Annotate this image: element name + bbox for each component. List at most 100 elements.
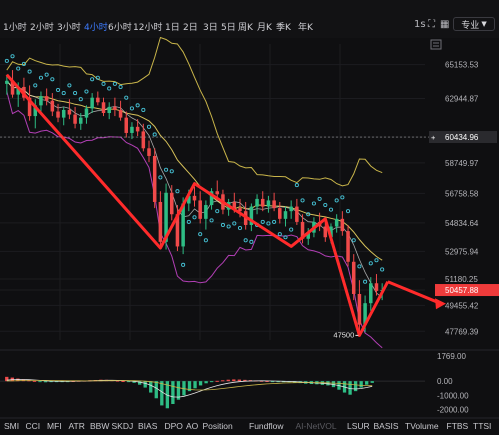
candle-body — [90, 97, 94, 109]
macd-bar — [43, 381, 48, 383]
price-axis-label: 56758.58 — [445, 189, 479, 198]
indicator-tab[interactable]: Fundflow — [249, 421, 284, 431]
macd-bar — [204, 381, 208, 384]
candle-body — [283, 211, 288, 219]
price-axis-label: 62944.87 — [445, 95, 479, 104]
candle — [152, 148, 157, 209]
macd-pane — [0, 376, 425, 409]
candle-body — [56, 111, 60, 118]
macd-bar — [5, 376, 9, 382]
macd-bar — [226, 379, 230, 382]
candle-body — [295, 206, 299, 222]
low-price-annotation: 47500 — [333, 330, 354, 339]
price-axis-label: 47769.39 — [445, 327, 479, 336]
macd-bar — [143, 381, 147, 388]
candle-body — [61, 109, 66, 118]
indicator-tab[interactable]: SKDJ — [112, 421, 134, 431]
price-axis-label: 58749.97 — [445, 159, 479, 168]
candle-body — [118, 109, 123, 118]
price-axis-label: 60434.96 — [445, 133, 479, 142]
macd-bar — [121, 381, 125, 382]
indicator-tab[interactable]: BASIS — [374, 421, 399, 431]
macd-bar — [209, 381, 214, 383]
macd-bar — [154, 381, 158, 399]
candle-body — [278, 208, 282, 219]
chart-canvas[interactable]: 47500 65153.53 62944.87 + 60434.96 58749.97 5… — [0, 0, 499, 435]
macd-bar — [353, 381, 358, 392]
candle-body — [260, 198, 265, 207]
candle-body — [67, 109, 72, 115]
indicator-tab[interactable]: CCI — [26, 421, 41, 431]
macd-bar — [365, 381, 369, 385]
indicator-tab[interactable]: DPO — [165, 421, 184, 431]
indicator-tab[interactable]: LSUR — [347, 421, 370, 431]
candle-body — [50, 100, 55, 112]
indicator-tab[interactable]: BBW — [90, 421, 109, 431]
candle-body — [198, 200, 202, 219]
candle-body — [340, 218, 345, 232]
candle-body — [96, 97, 100, 103]
macd-axis: 1769.00 0.00 -1000.00 -2000.00 — [437, 352, 469, 415]
indicator-tab[interactable]: Position — [203, 421, 234, 431]
macd-axis-label: 0.00 — [437, 377, 453, 386]
candle-body — [124, 117, 129, 133]
candle-body — [135, 126, 140, 132]
indicator-tab[interactable]: AI-NetVOL — [296, 421, 337, 431]
candle-body — [39, 96, 43, 106]
candle-body — [141, 131, 146, 149]
macd-bar — [193, 381, 197, 389]
price-axis-label: 65153.53 — [445, 61, 479, 70]
candle-body — [266, 200, 271, 207]
candle-body — [152, 155, 157, 202]
indicator-tab[interactable]: AO — [186, 421, 199, 431]
candle-body — [79, 117, 83, 124]
price-axis-label: 50457.88 — [445, 286, 479, 295]
candle-body — [73, 114, 77, 124]
candle-body — [130, 126, 134, 133]
indicator-tab[interactable]: TVolume — [405, 421, 439, 431]
macd-bar — [359, 381, 363, 388]
macd-axis-label: -2000.00 — [437, 406, 469, 415]
macd-bar — [237, 379, 241, 382]
candle-body — [84, 108, 89, 118]
candle-body — [374, 283, 379, 291]
candle-body — [101, 102, 106, 114]
candle-body — [346, 231, 350, 262]
candle-body — [204, 205, 208, 219]
macd-bar — [32, 380, 37, 382]
macd-axis-label: -1000.00 — [437, 391, 469, 400]
price-axis-label: 49455.42 — [445, 301, 479, 310]
candle-body — [147, 148, 151, 156]
candle-body — [334, 218, 339, 227]
candle-body — [192, 195, 197, 201]
candle-body — [215, 191, 220, 195]
candle — [346, 224, 350, 267]
candle-body — [113, 106, 117, 110]
indicator-tab[interactable]: ATR — [69, 421, 85, 431]
current-price-marker: + — [431, 133, 436, 142]
candle-body — [351, 261, 356, 294]
price-axis-label: 54834.64 — [445, 219, 479, 228]
macd-bar — [160, 381, 164, 406]
macd-axis-label: 1769.00 — [437, 352, 466, 361]
candle-body — [357, 293, 362, 325]
macd-bar — [232, 379, 236, 382]
candle-body — [272, 200, 276, 209]
indicator-tab[interactable]: SMI — [4, 421, 19, 431]
indicator-tab[interactable]: FTBS — [447, 421, 469, 431]
macd-bar — [370, 381, 374, 383]
macd-bar — [149, 381, 153, 393]
candle-body — [289, 206, 293, 212]
candle-body — [255, 198, 259, 207]
macd-bar — [171, 381, 175, 404]
indicator-tab[interactable]: MFI — [47, 421, 62, 431]
candle-body — [169, 192, 174, 215]
macd-bar — [198, 381, 203, 386]
price-axis-label: 51180.25 — [445, 275, 478, 284]
candle-body — [158, 201, 163, 242]
indicator-tab[interactable]: BIAS — [138, 421, 158, 431]
candle-body — [369, 283, 373, 304]
indicator-tab[interactable]: TTSI — [473, 421, 491, 431]
macd-bar — [38, 381, 42, 383]
candle-body — [107, 106, 111, 114]
